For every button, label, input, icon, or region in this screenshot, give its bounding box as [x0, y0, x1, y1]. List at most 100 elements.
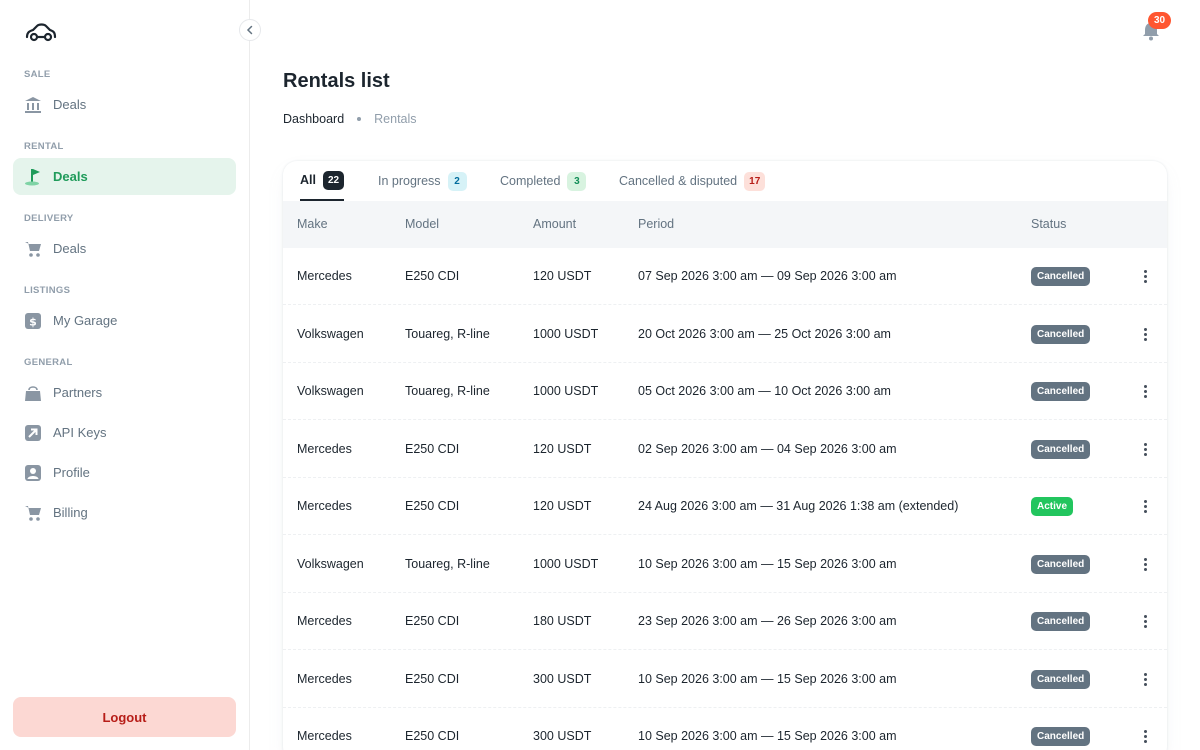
sidebar: SALE Deals RENTAL Deals DELIVERY Deals L… — [0, 0, 250, 750]
model-cell: Touareg, R-line — [405, 556, 490, 571]
bank-icon — [24, 96, 42, 114]
table-row[interactable]: Volkswagen Touareg, R-line 1000 USDT 10 Sep… — [283, 536, 1167, 593]
more-options-icon[interactable] — [1139, 728, 1151, 745]
status-badge: Cancelled — [1031, 554, 1091, 574]
period-cell: 20 Oct 2026 3:00 am — 25 Oct 2026 3:00 a… — [638, 326, 891, 341]
more-options-icon[interactable] — [1139, 326, 1151, 343]
status-badge: Cancelled — [1031, 439, 1091, 459]
sidebar-item-label: Deals — [53, 169, 88, 184]
breadcrumb: Dashboard Rentals — [283, 112, 417, 126]
page-title: Rentals list — [283, 70, 390, 92]
sidebar-item-label: My Garage — [53, 313, 118, 328]
status-tabs: All 22 In progress 2 Completed 3 Cancell… — [283, 161, 1167, 201]
amount-cell: 120 USDT — [533, 441, 592, 456]
cart-icon — [24, 240, 42, 258]
cart-icon — [24, 504, 42, 522]
notification-count-badge: 30 — [1148, 12, 1171, 29]
tab-label: In progress — [378, 174, 441, 188]
model-cell: E250 CDI — [405, 269, 460, 283]
amount-cell: 1000 USDT — [533, 384, 599, 398]
status-badge: Cancelled — [1031, 267, 1091, 286]
more-options-icon[interactable] — [1139, 441, 1151, 458]
sidebar-item-partners[interactable]: Partners — [13, 374, 236, 411]
column-header-period[interactable]: Period — [638, 201, 674, 248]
sidebar-item-profile[interactable]: Profile — [13, 454, 236, 491]
model-cell: E250 CDI — [405, 671, 460, 686]
collapse-sidebar-button[interactable] — [239, 19, 261, 41]
nav-section-title: SALE — [24, 69, 51, 80]
table-row[interactable]: Mercedes E250 CDI 300 USDT 10 Sep 2026 3:00… — [283, 708, 1167, 750]
amount-cell: 1000 USDT — [533, 556, 599, 571]
tab-label: All — [300, 173, 316, 187]
status-badge: Cancelled — [1031, 382, 1091, 401]
table-row[interactable]: Volkswagen Touareg, R-line 1000 USDT 20 Oct… — [283, 306, 1167, 363]
amount-cell: 120 USDT — [533, 269, 592, 283]
status-badge: Cancelled — [1031, 669, 1091, 689]
flag-icon — [24, 168, 42, 186]
user-icon — [24, 464, 42, 482]
svg-text:$: $ — [29, 315, 37, 328]
more-options-icon[interactable] — [1139, 383, 1151, 400]
period-cell: 10 Sep 2026 3:00 am — 15 Sep 2026 3:00 a… — [638, 556, 897, 571]
tab-all[interactable]: All 22 — [300, 161, 345, 201]
more-options-icon[interactable] — [1139, 671, 1151, 688]
make-cell: Mercedes — [297, 269, 352, 283]
sidebar-item-api-keys[interactable]: API Keys — [13, 414, 236, 451]
car-logo-icon[interactable] — [24, 22, 58, 44]
table-row[interactable]: Mercedes E250 CDI 120 USDT 07 Sep 2026 3:00… — [283, 248, 1167, 305]
make-cell: Mercedes — [297, 614, 352, 628]
period-cell: 02 Sep 2026 3:00 am — 04 Sep 2026 3:00 a… — [638, 441, 897, 456]
make-cell: Volkswagen — [297, 326, 364, 341]
column-header-model[interactable]: Model — [405, 201, 439, 248]
table-row[interactable]: Mercedes E250 CDI 120 USDT 02 Sep 2026 3:00… — [283, 421, 1167, 478]
nav-section-title: GENERAL — [24, 357, 73, 368]
arrow-up-right-icon — [24, 424, 42, 442]
sidebar-nav: SALE Deals RENTAL Deals DELIVERY Deals L… — [13, 64, 236, 534]
tab-label: Cancelled & disputed — [619, 174, 738, 188]
table-row[interactable]: Mercedes E250 CDI 180 USDT 23 Sep 2026 3:00… — [283, 593, 1167, 650]
make-cell: Mercedes — [297, 499, 352, 513]
period-cell: 05 Oct 2026 3:00 am — 10 Oct 2026 3:00 a… — [638, 384, 891, 398]
table-row[interactable]: Volkswagen Touareg, R-line 1000 USDT 05 Oct… — [283, 363, 1167, 420]
more-options-icon[interactable] — [1139, 613, 1151, 630]
tab-in-progress[interactable]: In progress 2 — [378, 161, 467, 201]
sidebar-item-label: Billing — [53, 505, 88, 520]
table-header: Make Model Amount Period Status — [283, 201, 1167, 248]
tab-count-badge: 22 — [322, 170, 345, 190]
sidebar-item-billing[interactable]: Billing — [13, 494, 236, 531]
model-cell: E250 CDI — [405, 729, 460, 743]
logout-button[interactable]: Logout — [13, 697, 236, 737]
breadcrumb-dashboard-link[interactable]: Dashboard — [283, 112, 344, 126]
status-badge: Cancelled — [1031, 727, 1091, 746]
bag-icon — [24, 384, 42, 402]
tab-count-badge: 3 — [567, 171, 587, 191]
model-cell: Touareg, R-line — [405, 326, 490, 341]
table-row[interactable]: Mercedes E250 CDI 120 USDT 24 Aug 2026 3:00… — [283, 478, 1167, 535]
column-header-status[interactable]: Status — [1031, 201, 1066, 248]
column-header-amount[interactable]: Amount — [533, 201, 576, 248]
sidebar-item-sale-deals[interactable]: Deals — [13, 86, 236, 123]
period-cell: 24 Aug 2026 3:00 am — 31 Aug 2026 1:38 a… — [638, 499, 959, 513]
sidebar-item-rental-deals[interactable]: Deals — [13, 158, 236, 195]
sidebar-item-label: Deals — [53, 241, 87, 256]
make-cell: Volkswagen — [297, 384, 364, 398]
column-header-make[interactable]: Make — [297, 201, 328, 248]
nav-section-title: LISTINGS — [24, 285, 71, 296]
model-cell: Touareg, R-line — [405, 384, 490, 398]
make-cell: Mercedes — [297, 729, 352, 743]
sidebar-item-my-garage[interactable]: $ My Garage — [13, 302, 236, 339]
tab-count-badge: 2 — [447, 171, 467, 191]
chevron-left-icon — [246, 25, 253, 35]
period-cell: 10 Sep 2026 3:00 am — 15 Sep 2026 3:00 a… — [638, 729, 897, 743]
breadcrumb-current: Rentals — [374, 112, 417, 126]
tab-completed[interactable]: Completed 3 — [500, 161, 587, 201]
more-options-icon[interactable] — [1139, 556, 1151, 573]
more-options-icon[interactable] — [1139, 268, 1151, 285]
tab-cancelled-disputed[interactable]: Cancelled & disputed 17 — [619, 161, 766, 201]
period-cell: 07 Sep 2026 3:00 am — 09 Sep 2026 3:00 a… — [638, 269, 897, 283]
status-badge: Active — [1031, 497, 1074, 516]
table-row[interactable]: Mercedes E250 CDI 300 USDT 10 Sep 2026 3:00… — [283, 651, 1167, 708]
tab-count-badge: 17 — [744, 171, 766, 191]
more-options-icon[interactable] — [1139, 498, 1151, 515]
sidebar-item-delivery-deals[interactable]: Deals — [13, 230, 236, 267]
